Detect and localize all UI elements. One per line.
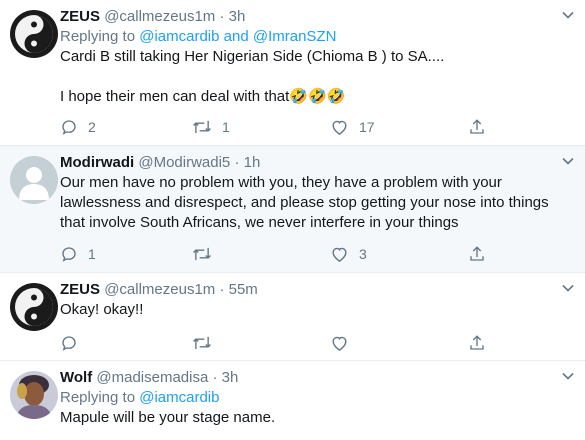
display-name[interactable]: Wolf — [60, 369, 92, 386]
chevron-down-icon[interactable] — [559, 6, 577, 24]
tweet-header: ZEUS @callmezeus1m · 55m — [60, 280, 575, 300]
display-name[interactable]: Modirwadi — [60, 154, 134, 171]
reply-count: 2 — [88, 119, 96, 135]
replying-to-label: Replying to — [60, 28, 136, 45]
like-count: 17 — [359, 119, 375, 135]
display-name[interactable]: ZEUS — [60, 8, 100, 25]
default-profile-icon — [10, 156, 58, 204]
tweet-text-line: that involve South Africans, we never in… — [60, 214, 459, 231]
tweet-text-line: Our men have no problem with you, they h… — [60, 174, 502, 191]
chevron-down-icon[interactable] — [559, 279, 577, 297]
user-handle[interactable]: @callmezeus1m — [104, 8, 215, 25]
share-button[interactable] — [468, 243, 486, 265]
avatar[interactable] — [10, 371, 58, 419]
user-handle[interactable]: @madisemadisa — [96, 369, 208, 386]
yin-yang-avatar-icon — [10, 283, 58, 331]
tweet-text: Our men have no problem with you, they h… — [60, 173, 575, 233]
like-icon — [332, 247, 347, 262]
mention-link[interactable]: @ImranSZN — [253, 28, 337, 45]
avatar[interactable] — [10, 156, 58, 204]
like-icon — [332, 336, 347, 351]
display-name[interactable]: ZEUS — [60, 281, 100, 298]
retweet-button[interactable]: 1 — [192, 116, 230, 138]
like-button[interactable] — [330, 332, 349, 354]
tweet-text: Cardi B still taking Her Nigerian Side (… — [60, 47, 575, 107]
chevron-down-icon[interactable] — [559, 367, 577, 385]
retweet-icon — [193, 247, 211, 261]
tweet-text: Mapule will be your stage name. — [60, 408, 575, 428]
tweet-wolf[interactable]: Wolf @madisemadisa · 3h Replying to @iam… — [0, 361, 585, 440]
separator-dot: · — [212, 369, 218, 386]
share-button[interactable] — [468, 332, 486, 354]
profile-photo-icon — [10, 371, 58, 419]
tweet-zeus-1[interactable]: ZEUS @callmezeus1m · 3h Replying to @iam… — [0, 0, 585, 146]
separator-dot: · — [219, 281, 225, 298]
avatar[interactable] — [10, 10, 58, 58]
like-icon — [332, 120, 347, 135]
reply-count: 1 — [88, 246, 96, 262]
tweet-text-line: lawlessness and disrespect, and please s… — [60, 194, 549, 211]
replying-to-label: Replying to — [60, 389, 136, 406]
tweet-text: Okay! okay!! — [60, 300, 575, 320]
timestamp[interactable]: 3h — [222, 369, 239, 386]
reply-icon — [62, 247, 76, 262]
replying-to: Replying to @iamcardib and @ImranSZN — [60, 27, 575, 47]
retweet-icon — [193, 336, 211, 350]
tweet-header: ZEUS @callmezeus1m · 3h — [60, 7, 575, 27]
tweet-text-line: Cardi B still taking Her Nigerian Side (… — [60, 48, 445, 65]
like-button[interactable]: 17 — [330, 116, 375, 138]
tweet-header: Modirwadi @Modirwadi5 · 1h — [60, 153, 575, 173]
replying-to: Replying to @iamcardib — [60, 388, 575, 408]
mention-conjunction: and — [223, 28, 249, 45]
reply-button[interactable]: 1 — [60, 243, 96, 265]
separator-dot: · — [234, 154, 240, 171]
timestamp[interactable]: 3h — [229, 8, 246, 25]
like-button[interactable]: 3 — [330, 243, 367, 265]
user-handle[interactable]: @callmezeus1m — [104, 281, 215, 298]
mention-link[interactable]: @iamcardib — [139, 389, 219, 406]
tweet-modirwadi[interactable]: Modirwadi @Modirwadi5 · 1h Our men have … — [0, 146, 585, 273]
share-icon — [470, 335, 484, 350]
user-handle[interactable]: @Modirwadi5 — [138, 154, 230, 171]
avatar[interactable] — [10, 283, 58, 331]
retweet-button[interactable] — [192, 243, 212, 265]
laughing-emoji: 🤣🤣🤣 — [289, 88, 346, 105]
retweet-count: 1 — [222, 119, 230, 135]
tweet-zeus-2[interactable]: ZEUS @callmezeus1m · 55m Okay! okay!! — [0, 273, 585, 361]
tweet-header: Wolf @madisemadisa · 3h — [60, 368, 575, 388]
retweet-button[interactable] — [192, 332, 212, 354]
share-icon — [470, 246, 484, 261]
tweet-actions: 2 1 17 — [58, 116, 498, 138]
reply-button[interactable]: 2 — [60, 116, 96, 138]
like-count: 3 — [359, 246, 367, 262]
chevron-down-icon[interactable] — [559, 152, 577, 170]
tweet-actions: 1 3 — [58, 243, 498, 265]
tweet-text-line: I hope their men can deal with that🤣🤣🤣 — [60, 88, 346, 105]
separator-dot: · — [219, 8, 225, 25]
yin-yang-avatar-icon — [10, 10, 58, 58]
share-button[interactable] — [468, 116, 486, 138]
share-icon — [470, 119, 484, 134]
replies-feed: ZEUS @callmezeus1m · 3h Replying to @iam… — [0, 0, 585, 440]
reply-icon — [62, 336, 76, 351]
tweet-text-line: Mapule will be your stage name. — [60, 409, 276, 426]
tweet-actions — [58, 332, 498, 354]
retweet-icon — [193, 120, 211, 134]
timestamp[interactable]: 1h — [244, 154, 261, 171]
timestamp[interactable]: 55m — [229, 281, 258, 298]
tweet-text-line: Okay! okay!! — [60, 301, 144, 318]
reply-icon — [62, 120, 76, 135]
reply-button[interactable] — [60, 332, 78, 354]
mention-link[interactable]: @iamcardib — [139, 28, 219, 45]
